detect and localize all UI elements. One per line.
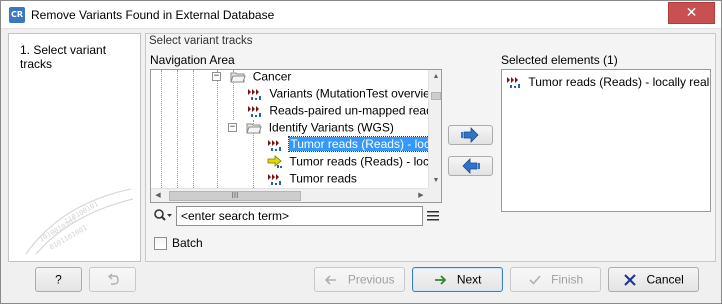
folder-open-icon: [246, 123, 263, 134]
finish-label: Finish: [551, 272, 584, 287]
tree-vertical-scrollbar[interactable]: ▲ ▼: [428, 70, 441, 188]
variant-track-icon: [248, 88, 261, 100]
previous-label: Previous: [347, 272, 395, 287]
close-x-icon: [624, 274, 636, 286]
title-bar: CR Remove Variants Found in External Dat…: [1, 1, 721, 29]
left-arrow-icon: [462, 158, 480, 174]
reset-button[interactable]: [89, 267, 136, 292]
selected-elements-list[interactable]: Tumor reads (Reads) - locally real...: [501, 69, 711, 212]
tree-horizontal-scrollbar[interactable]: ◀ III ▶: [151, 188, 428, 202]
main-panel: Select variant tracks Navigation Area Se…: [145, 33, 716, 262]
batch-label: Batch: [172, 236, 203, 250]
tree-item-label: Tumor reads: [289, 171, 357, 186]
dna-watermark-icon: 1010010101 0101101001 110100101: [25, 188, 134, 255]
tree-item-reads-paired-unmapped[interactable]: Reads-paired un-mapped reads (: [247, 102, 428, 119]
navigation-area-label: Navigation Area: [150, 53, 235, 67]
selected-elements-label: Selected elements (1): [501, 53, 618, 67]
checkmark-icon: [529, 275, 541, 285]
filter-menu-icon[interactable]: [427, 210, 439, 222]
right-arrow-icon: [461, 127, 479, 143]
collapse-icon[interactable]: −: [212, 72, 221, 81]
tree-item-cancer[interactable]: − Cancer: [211, 70, 291, 85]
selected-element-item[interactable]: Tumor reads (Reads) - locally real...: [506, 73, 711, 90]
cancel-label: Cancel: [646, 272, 684, 287]
scroll-left-icon[interactable]: ◀: [151, 189, 165, 202]
dialog-window: CR Remove Variants Found in External Dat…: [0, 0, 722, 304]
window-title: Remove Variants Found in External Databa…: [31, 8, 275, 22]
collapse-icon[interactable]: −: [228, 123, 237, 132]
tree-item-tumor-reads-locally-selected[interactable]: Tumor reads (Reads) - locally: [267, 136, 428, 153]
add-to-selected-button[interactable]: [448, 125, 493, 145]
next-button[interactable]: Next: [412, 267, 503, 292]
left-arrow-icon: [325, 275, 337, 285]
cancel-button[interactable]: Cancel: [608, 267, 699, 292]
previous-button[interactable]: Previous: [314, 267, 405, 292]
tree-item-tumor-reads-locally-2[interactable]: Tumor reads (Reads) - locally: [267, 153, 428, 170]
scroll-corner: [428, 188, 441, 202]
variant-track-icon: [268, 139, 281, 151]
tree-item-label: Reads-paired un-mapped reads (: [269, 103, 428, 118]
scroll-down-icon[interactable]: ▼: [429, 174, 441, 188]
navigation-tree[interactable]: − Cancer Variants (MutationTest overview…: [150, 69, 442, 203]
variant-track-icon: [248, 105, 261, 117]
search-icon[interactable]: [153, 208, 173, 224]
search-row: [150, 206, 442, 226]
help-label: ?: [55, 272, 62, 287]
tree-item-label: Variants (MutationTest overview,: [269, 86, 428, 101]
close-button[interactable]: ✕: [668, 2, 715, 24]
tree-item-label: Cancer: [252, 70, 292, 84]
selected-element-label: Tumor reads (Reads) - locally real...: [528, 74, 711, 89]
arrow-track-icon: [267, 154, 282, 168]
scroll-right-icon[interactable]: ▶: [414, 189, 428, 202]
reset-icon: [107, 273, 119, 285]
svg-text:110100101: 110100101: [63, 200, 100, 226]
tree-viewport: − Cancer Variants (MutationTest overview…: [151, 70, 428, 188]
step-item-select-variant-tracks: 1. Select variant tracks: [20, 43, 107, 71]
tree-item-label: Tumor reads (Reads) - locally: [289, 154, 428, 169]
scroll-up-icon[interactable]: ▲: [429, 70, 441, 84]
search-input[interactable]: [176, 206, 423, 226]
finish-button[interactable]: Finish: [510, 267, 601, 292]
help-button[interactable]: ?: [35, 267, 82, 292]
right-arrow-icon: [435, 275, 447, 285]
steps-panel: 1. Select variant tracks 1010010101 0101…: [8, 33, 141, 262]
next-label: Next: [456, 272, 482, 287]
batch-checkbox[interactable]: [154, 237, 167, 250]
tree-item-label: Tumor reads (Reads) - locally: [288, 136, 428, 153]
folder-open-icon: [230, 72, 247, 83]
scroll-thumb[interactable]: [431, 92, 441, 100]
tree-item-tumor-reads[interactable]: Tumor reads: [267, 170, 357, 187]
app-icon: CR: [9, 7, 25, 23]
variant-track-icon: [507, 76, 520, 88]
variant-track-icon: [268, 173, 281, 185]
remove-from-selected-button[interactable]: [448, 156, 493, 176]
section-title: Select variant tracks: [149, 35, 253, 47]
tree-item-variants-mutationtest[interactable]: Variants (MutationTest overview,: [247, 85, 428, 102]
tree-item-identify-variants-wgs[interactable]: − Identify Variants (WGS): [227, 119, 394, 136]
scroll-thumb[interactable]: III: [169, 191, 301, 201]
tree-item-label: Identify Variants (WGS): [268, 120, 394, 135]
